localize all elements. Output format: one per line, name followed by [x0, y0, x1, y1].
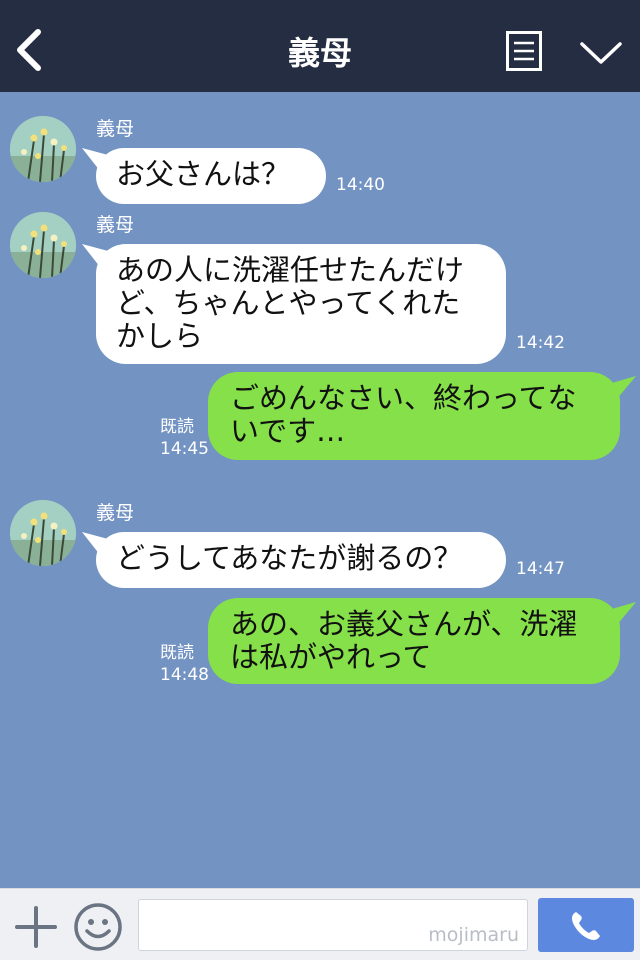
incoming-message-bubble[interactable]: どうしてあなたが謝るの？	[96, 532, 506, 588]
message-time: 14:40	[336, 175, 385, 195]
smiley-icon	[74, 903, 122, 951]
avatar[interactable]	[10, 500, 76, 566]
sender-name: 義母	[96, 502, 135, 524]
chevron-down-icon	[580, 42, 622, 64]
back-button[interactable]	[10, 26, 50, 74]
sender-name: 義母	[96, 118, 135, 140]
chat-title: 義母	[287, 34, 352, 72]
call-button[interactable]	[538, 898, 634, 952]
message-time: 14:47	[516, 559, 565, 579]
emoji-button[interactable]	[72, 901, 124, 953]
message-time: 14:42	[516, 333, 565, 353]
message-time: 14:48	[160, 665, 209, 685]
list-icon	[506, 31, 542, 71]
outgoing-message-bubble[interactable]: あの、お義父さんが、洗濯 は私がやれって	[208, 598, 620, 684]
chevron-left-icon	[17, 29, 41, 71]
add-button[interactable]	[14, 905, 58, 949]
chat-screen: 義母 義母 お父さんは？ 14:40 義母 あの人に洗濯任せたんだけ ど、ちゃん…	[0, 0, 640, 960]
watermark: mojimaru	[428, 924, 519, 946]
avatar[interactable]	[10, 116, 76, 182]
plus-icon	[15, 906, 57, 948]
outgoing-message-bubble[interactable]: ごめんなさい、終わってな いです…	[208, 372, 620, 460]
flower-avatar-image	[10, 116, 76, 182]
message-input[interactable]: mojimaru	[138, 899, 528, 951]
flower-avatar-image	[10, 212, 76, 278]
flower-avatar-image	[10, 500, 76, 566]
message-time: 14:45	[160, 439, 209, 459]
incoming-message-bubble[interactable]: あの人に洗濯任せたんだけ ど、ちゃんとやってくれた かしら	[96, 244, 506, 364]
sender-name: 義母	[96, 214, 135, 236]
header-bar: 義母	[0, 0, 640, 92]
read-label: 既読	[160, 417, 194, 437]
menu-button[interactable]	[506, 31, 542, 71]
input-bar: mojimaru	[0, 888, 640, 960]
read-receipt: 既読 14:48	[160, 642, 209, 686]
read-receipt: 既読 14:45	[160, 416, 209, 460]
collapse-button[interactable]	[578, 38, 624, 70]
read-label: 既読	[160, 643, 194, 663]
avatar[interactable]	[10, 212, 76, 278]
incoming-message-bubble[interactable]: お父さんは？	[96, 148, 326, 204]
phone-icon	[572, 912, 600, 940]
